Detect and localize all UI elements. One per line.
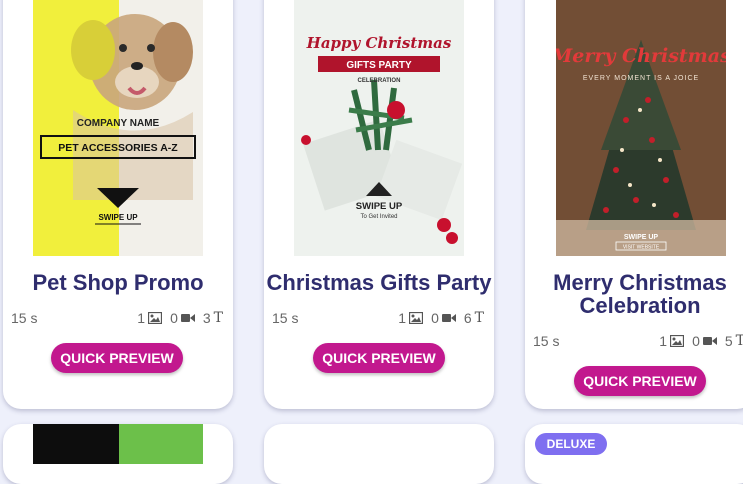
text-count: 5 [724,333,733,349]
template-meta: 15 s 1 0 5 T [533,333,743,351]
thumbnail-dark-panel [33,424,119,464]
image-icon [409,312,424,324]
video-camera-icon [441,314,456,322]
template-card-partial[interactable] [264,424,494,484]
poster-headline-text: Merry Christmas [556,45,726,67]
duration-label: 15 s [11,310,38,326]
template-title[interactable]: Pet Shop Promo [3,271,233,294]
image-icon [670,335,685,347]
poster-cta-text: SWIPE UP [356,201,403,212]
text-icon: T [474,310,484,326]
template-card-christmas-gifts-party[interactable]: Happy Christmas GIFTS PARTY CELEBRATION … [264,0,494,409]
video-camera-icon [702,337,717,345]
text-icon: T [213,310,223,326]
text-count: 6 [463,310,472,326]
quick-preview-button[interactable]: QUICK PREVIEW [51,343,183,373]
template-thumbnail[interactable]: COMPANY NAME PET ACCESSORIES A-Z SWIPE U… [33,0,203,256]
poster-company-text: COMPANY NAME [77,118,160,129]
text-icon: T [735,333,743,349]
template-title[interactable]: Christmas Gifts Party [264,271,494,294]
duration-label: 15 s [272,310,299,326]
pet-poster-image: COMPANY NAME PET ACCESSORIES A-Z SWIPE U… [33,0,203,256]
asset-counts: 1 0 5 T [659,333,743,349]
poster-cta-sub-text: VISIT WEBSITE [623,245,660,251]
poster-cta-text: SWIPE UP [98,213,138,222]
thumbnail-green-panel [119,424,203,464]
template-card-merry-christmas-celebration[interactable]: Merry Christmas EVERY MOMENT IS A JOICE … [525,0,743,409]
template-thumbnail[interactable]: Merry Christmas EVERY MOMENT IS A JOICE … [556,0,726,256]
quick-preview-button[interactable]: QUICK PREVIEW [313,343,445,373]
deluxe-badge: DELUXE [535,433,607,455]
poster-cta-text: SWIPE UP [624,234,659,241]
poster-sub-text: EVERY MOMENT IS A JOICE [583,75,699,82]
template-thumbnail[interactable] [33,424,203,464]
template-card-partial-deluxe[interactable]: DELUXE [525,424,743,484]
text-count: 3 [202,310,211,326]
template-meta: 15 s 1 0 3 T [11,310,223,328]
image-count: 1 [137,310,146,326]
template-title[interactable]: Merry Christmas Celebration [545,271,735,317]
poster-sub-text: CELEBRATION [358,78,401,84]
video-count: 0 [170,310,178,326]
template-card-partial[interactable] [3,424,233,484]
quick-preview-button[interactable]: QUICK PREVIEW [574,366,706,396]
image-count: 1 [659,333,668,349]
poster-cta-sub-text: To Get Invited [360,214,397,220]
poster-ribbon-text: GIFTS PARTY [346,60,412,71]
asset-counts: 1 0 6 T [398,310,484,326]
asset-counts: 1 0 3 T [137,310,223,326]
video-camera-icon [180,314,195,322]
merry-christmas-poster-image: Merry Christmas EVERY MOMENT IS A JOICE … [556,0,726,256]
video-count: 0 [692,333,700,349]
poster-label-text: PET ACCESSORIES A-Z [58,142,178,154]
template-card-pet-shop-promo[interactable]: COMPANY NAME PET ACCESSORIES A-Z SWIPE U… [3,0,233,409]
christmas-gifts-poster-image: Happy Christmas GIFTS PARTY CELEBRATION … [294,0,464,256]
template-thumbnail[interactable]: Happy Christmas GIFTS PARTY CELEBRATION … [294,0,464,256]
video-count: 0 [431,310,439,326]
poster-headline-text: Happy Christmas [306,34,452,52]
template-meta: 15 s 1 0 6 T [272,310,484,328]
duration-label: 15 s [533,333,560,349]
image-icon [148,312,163,324]
image-count: 1 [398,310,407,326]
